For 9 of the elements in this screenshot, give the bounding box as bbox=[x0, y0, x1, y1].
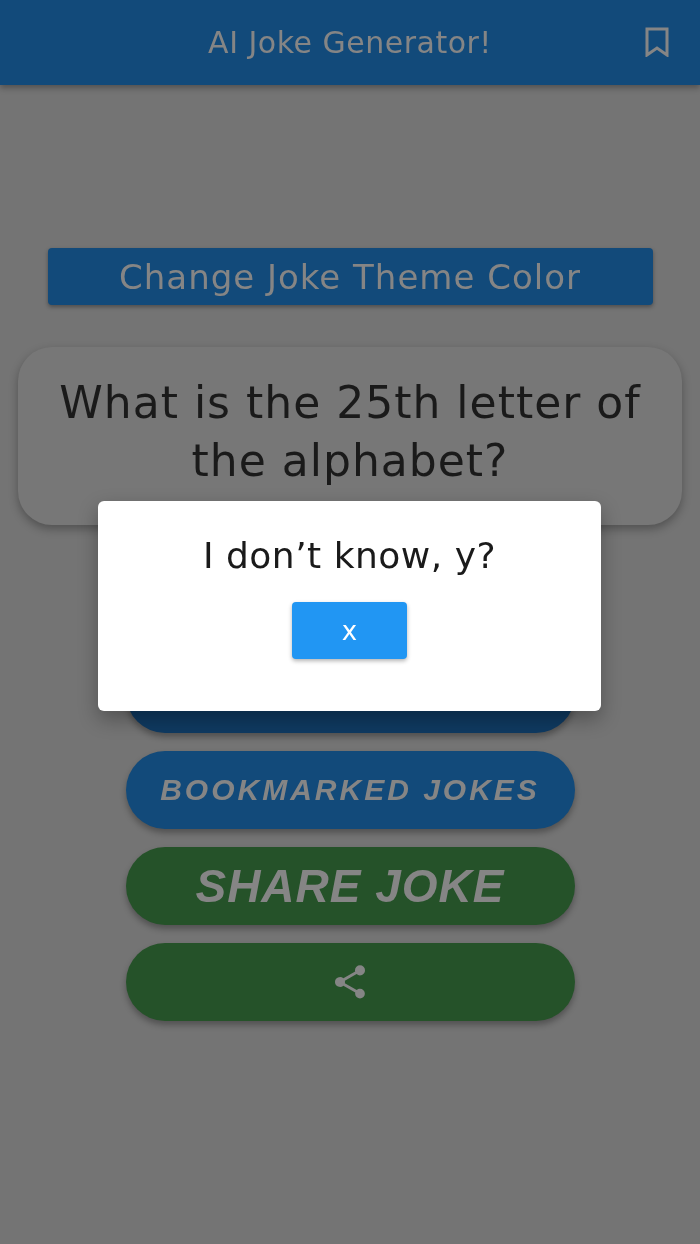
answer-text: I don’t know, y? bbox=[202, 535, 497, 576]
share-button[interactable] bbox=[125, 943, 575, 1021]
close-button[interactable]: x bbox=[292, 602, 407, 659]
joke-text: What is the 25th letter of the alphabet? bbox=[58, 376, 642, 488]
change-theme-button[interactable]: Change Joke Theme Color bbox=[47, 248, 653, 305]
bookmarked-jokes-button[interactable]: BOOKMARKED JOKES bbox=[125, 751, 575, 829]
bookmark-icon bbox=[644, 27, 670, 57]
share-joke-button[interactable]: SHARE JOKE bbox=[125, 847, 575, 925]
app-title: AI Joke Generator! bbox=[208, 25, 492, 60]
